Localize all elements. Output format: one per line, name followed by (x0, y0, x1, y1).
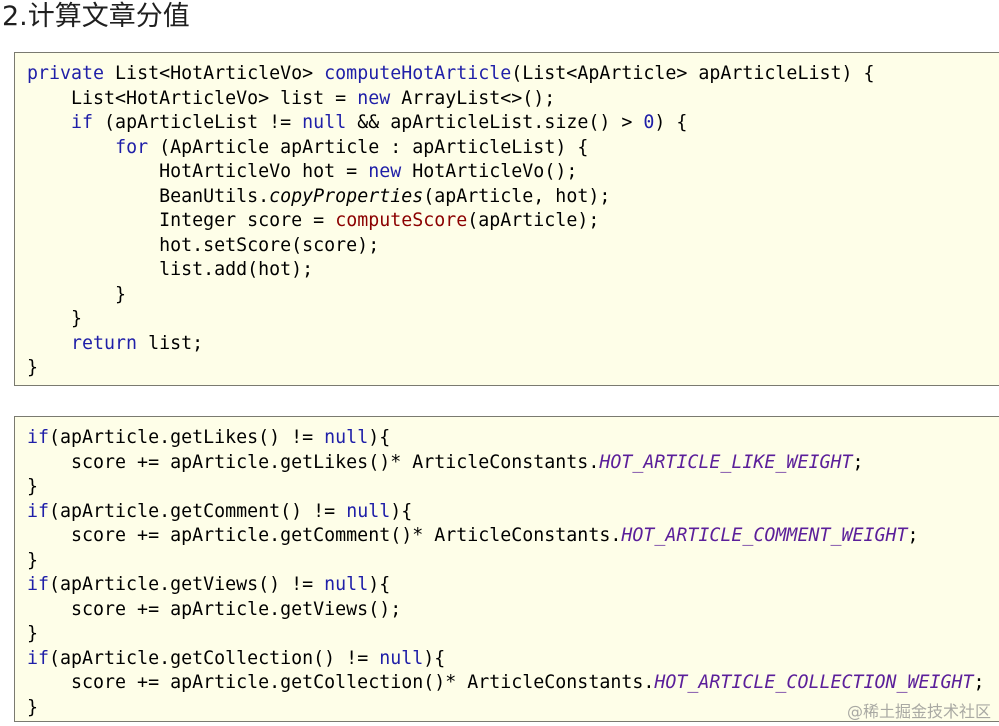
code-token: (apArticle, hot); (423, 185, 611, 207)
code-line: } (27, 283, 999, 308)
code-token: ; (907, 525, 919, 546)
code-line: } (27, 549, 999, 574)
code-line: BeanUtils.copyProperties(apArticle, hot)… (27, 185, 999, 210)
code-token: new (357, 87, 391, 109)
code-token: Integer score = (27, 210, 336, 231)
code-token: (apArticle.getViews() != (49, 574, 325, 595)
code-token: return (71, 332, 138, 354)
code-line: } (27, 622, 999, 647)
code-token: (apArticle); (467, 210, 600, 231)
code-token: ){ (368, 574, 391, 595)
code-token: && apArticleList.size() > (346, 112, 644, 133)
code-line: } (27, 356, 999, 381)
code-token: } (27, 696, 39, 718)
code-token: private (27, 63, 105, 84)
code-token: null (324, 427, 369, 448)
code-token: ArrayList<>(); (390, 87, 556, 109)
code-line: hot.setScore(score); (27, 234, 999, 259)
code-token: (ApArticle apArticle : apArticleList) { (148, 136, 589, 158)
code-token: new (368, 161, 402, 182)
code-token: HotArticleVo(); (401, 161, 578, 182)
code-token: HOT_ARTICLE_LIKE_WEIGHT (599, 451, 853, 473)
code-block-compute-hot-article: private List<HotArticleVo> computeHotArt… (14, 52, 999, 386)
code-token: } (27, 476, 39, 497)
code-token: ; (973, 672, 985, 693)
code-token: ){ (368, 427, 391, 448)
code-token: computeHotArticle (324, 63, 512, 84)
code-token: (apArticleList != (93, 112, 303, 133)
code-line: if (apArticleList != null && apArticleLi… (27, 111, 999, 136)
code-token: score += apArticle.getLikes()* ArticleCo… (27, 451, 600, 473)
page-title: 2.计算文章分值 (2, 1, 190, 32)
code-line: if(apArticle.getCollection() != null){ (27, 647, 999, 672)
code-token: score += apArticle.getComment()* Article… (27, 525, 622, 546)
code-block-score-calculation: if(apArticle.getLikes() != null){ score … (14, 416, 999, 722)
code-line: } (27, 475, 999, 500)
watermark: @稀土掘金技术社区 (846, 702, 991, 721)
code-token: for (115, 136, 149, 158)
code-token: null (324, 574, 369, 595)
code-token: ){ (390, 500, 413, 522)
code-token: HOT_ARTICLE_COMMENT_WEIGHT (621, 525, 908, 546)
code-token: (apArticle.getCollection() != (49, 647, 380, 669)
code-token: } (27, 308, 83, 329)
code-line: score += apArticle.getComment()* Article… (27, 524, 999, 549)
code-line: } (27, 307, 999, 332)
code-token: } (27, 357, 39, 378)
code-token: list; (137, 332, 204, 354)
code-token: if (27, 500, 50, 522)
code-token: if (27, 647, 50, 669)
code-line: list.add(hot); (27, 258, 999, 283)
code-line: return list; (27, 332, 999, 357)
code-line: if(apArticle.getComment() != null){ (27, 500, 999, 525)
code-line: score += apArticle.getLikes()* ArticleCo… (27, 451, 999, 476)
code-token: if (27, 427, 50, 448)
code-token: computeScore (335, 210, 468, 231)
code-token: ; (852, 451, 864, 473)
code-token: score += apArticle.getViews(); (27, 598, 402, 620)
code-line: private List<HotArticleVo> computeHotArt… (27, 62, 999, 87)
code-token: } (27, 623, 39, 644)
code-line: List<HotArticleVo> list = new ArrayList<… (27, 87, 999, 112)
code-line: Integer score = computeScore(apArticle); (27, 209, 999, 234)
code-token: HOT_ARTICLE_COLLECTION_WEIGHT (654, 672, 974, 693)
code-token: (apArticle.getComment() != (49, 500, 347, 522)
code-token: ){ (423, 647, 446, 669)
code-token: List<HotArticleVo> list = (27, 87, 358, 109)
code-line: score += apArticle.getCollection()* Arti… (27, 671, 999, 696)
code-token: null (346, 500, 391, 522)
code-line: if(apArticle.getLikes() != null){ (27, 426, 999, 451)
code-token: (List<ApArticle> apArticleList) { (511, 63, 875, 84)
code-token: 0 (643, 112, 655, 133)
code-line: for (ApArticle apArticle : apArticleList… (27, 136, 999, 161)
code-line: score += apArticle.getViews(); (27, 598, 999, 623)
code-token: if (71, 112, 94, 133)
code-token: List<HotArticleVo> (104, 63, 325, 84)
code-line: if(apArticle.getViews() != null){ (27, 573, 999, 598)
code-token: } (27, 549, 39, 571)
code-token: if (27, 574, 50, 595)
code-token: copyProperties (269, 185, 424, 207)
code-token: null (302, 112, 347, 133)
code-token: (apArticle.getLikes() != (49, 427, 325, 448)
code-token: BeanUtils. (27, 185, 270, 207)
code-token: score += apArticle.getCollection()* Arti… (27, 672, 655, 693)
code-token: list.add(hot); (27, 259, 314, 280)
code-token: } (27, 283, 127, 305)
code-token: ) { (654, 112, 688, 133)
code-token: null (379, 647, 424, 669)
code-line: HotArticleVo hot = new HotArticleVo(); (27, 160, 999, 185)
code-token: hot.setScore(score); (27, 234, 380, 256)
code-token: HotArticleVo hot = (27, 161, 369, 182)
